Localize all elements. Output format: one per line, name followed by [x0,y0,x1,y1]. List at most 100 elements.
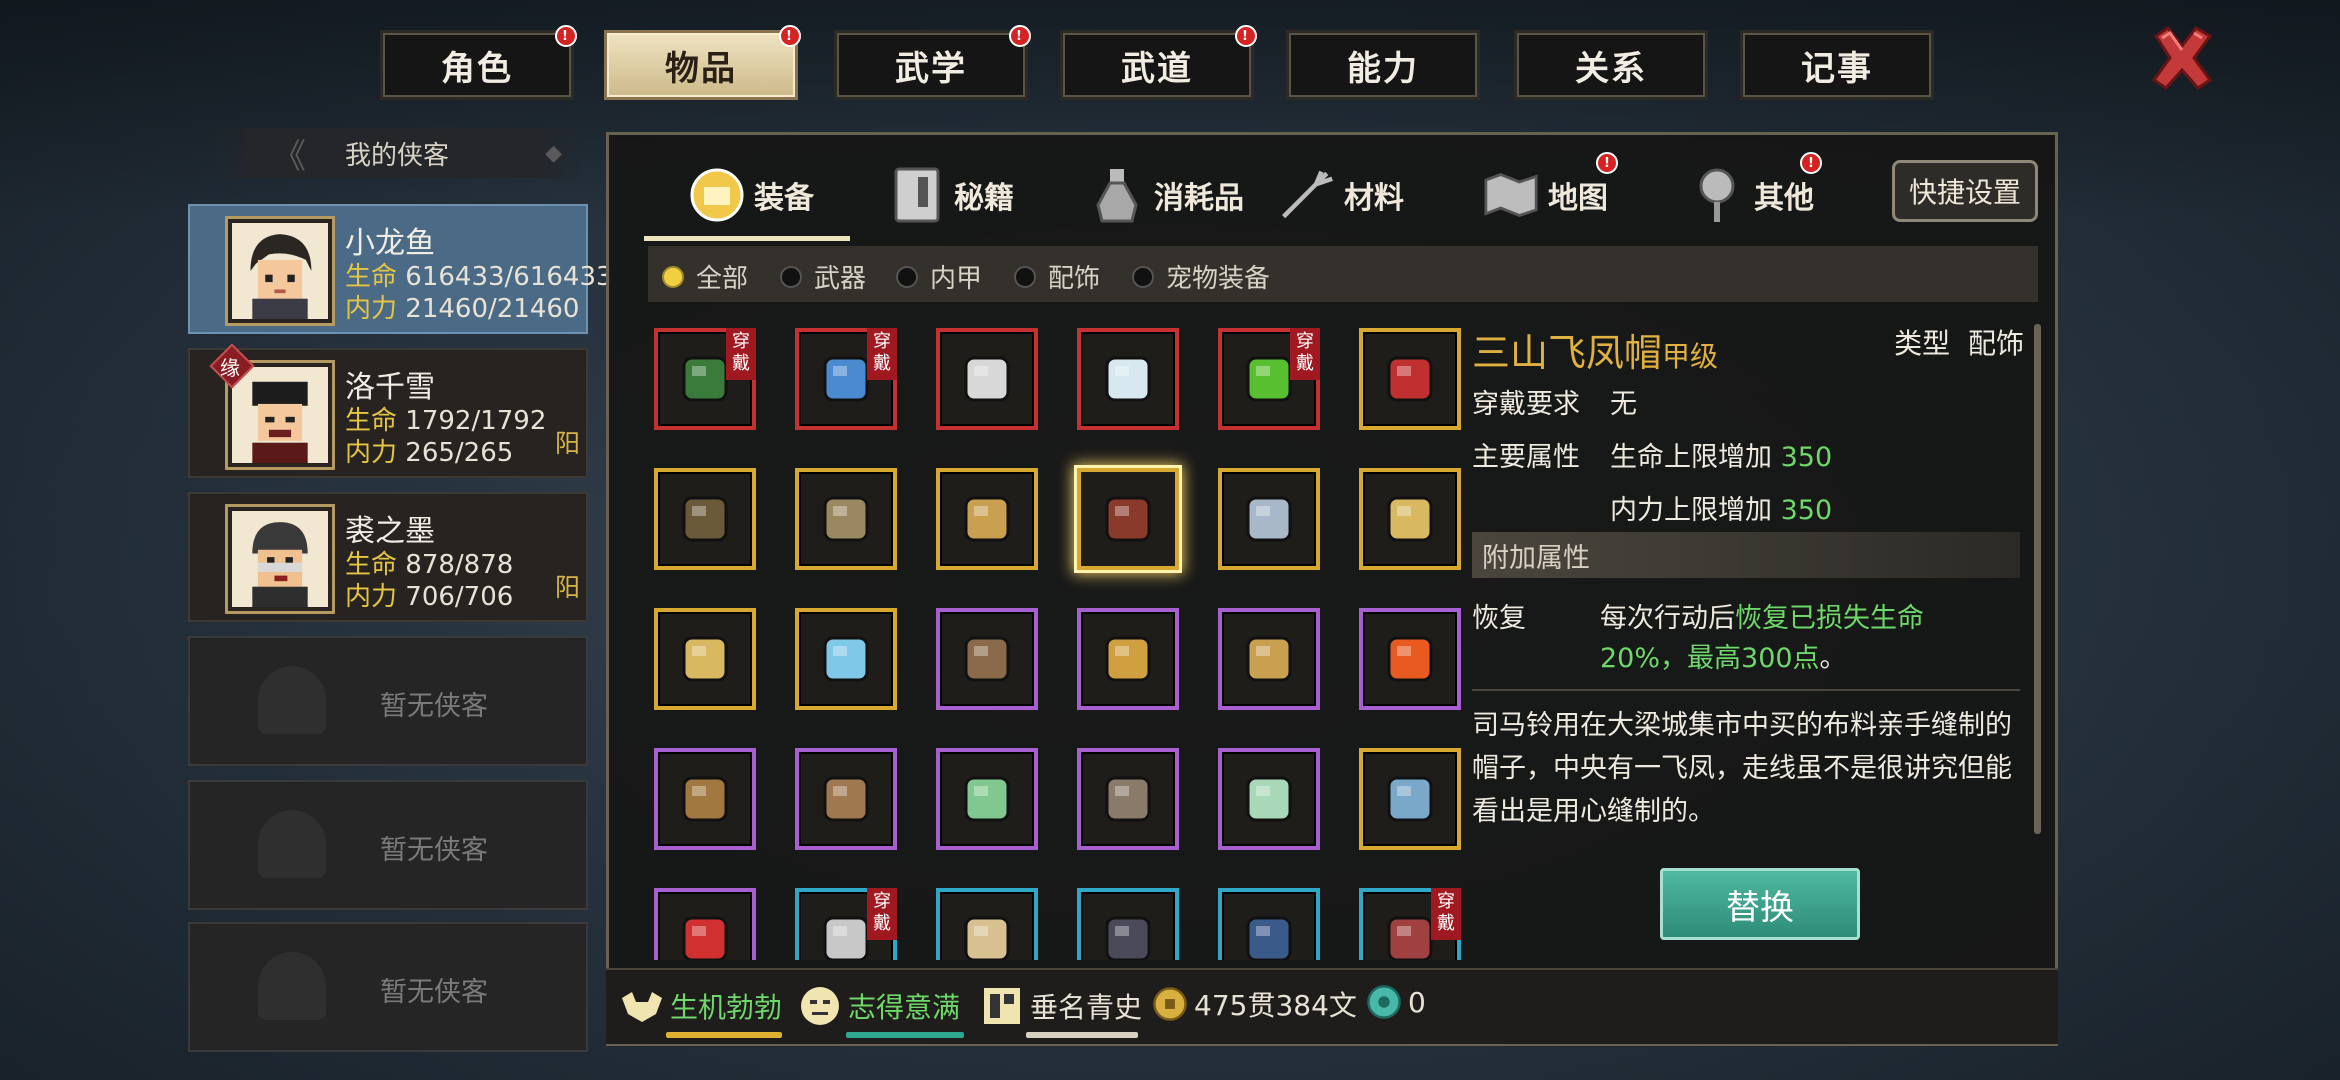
radio-icon [662,265,684,288]
fame-bar [1026,1032,1138,1038]
item-slot[interactable]: 穿戴 [1218,328,1320,430]
item-icon [676,910,734,960]
item-slot[interactable] [936,328,1038,430]
tab-label: 记事 [1801,48,1873,89]
empty-slot-label: 暂无侠客 [380,977,488,1008]
item-slot-selected[interactable] [1077,468,1179,570]
subtab-manuals[interactable]: 秘籍 [890,150,1014,240]
status-fame: 垂名青史 [980,984,1142,1028]
item-slot[interactable]: 穿戴 [1359,888,1461,960]
tab-martial-arts[interactable]: 武学! [834,25,1031,100]
subtab-label: 消耗品 [1154,181,1244,216]
item-slot[interactable] [936,608,1038,710]
detail-scrollbar[interactable] [2034,324,2041,834]
tab-journal[interactable]: 记事 [1740,30,1934,100]
tab-ability[interactable]: 能力 [1286,30,1480,100]
item-slot[interactable] [1218,748,1320,850]
tab-martial-way[interactable]: 武道! [1060,25,1257,100]
status-bar: 生机勃勃 志得意满 垂名青史 475贯384文 0 [606,968,2058,1044]
hero-card[interactable]: 裘之墨 生命 878/878 内力 706/706 阳 [188,492,588,622]
item-slot[interactable] [1077,328,1179,430]
filter-armor[interactable]: 内甲 [896,258,982,295]
tab-relations[interactable]: 关系 [1514,30,1708,100]
item-icon [1240,490,1298,548]
item-slot[interactable] [936,888,1038,960]
chevron-left-icon: 《 [272,136,306,177]
filter-label: 宠物装备 [1166,264,1271,294]
equipment-icon [690,165,744,225]
item-slot[interactable] [1077,608,1179,710]
divider [1472,689,2020,691]
quick-settings-button[interactable]: 快捷设置 [1892,160,2038,222]
empty-slot-label: 暂无侠客 [380,835,488,866]
item-type: 类型 配饰 [1894,327,2024,360]
item-slot[interactable] [654,888,756,960]
item-slot[interactable] [1359,748,1461,850]
tab-items[interactable]: 物品! [604,25,801,100]
money: 475贯384文 [1152,984,1357,1024]
subtab-maps[interactable]: 地图 ! [1484,150,1618,240]
item-slot[interactable]: 穿戴 [795,328,897,430]
equipped-tag: 穿戴 [726,328,756,380]
item-icon [1381,350,1439,408]
empty-hero-slot[interactable]: 暂无侠客 [188,636,588,766]
item-slot[interactable] [654,608,756,710]
scroll-icon [984,988,1020,1024]
swap-button[interactable]: 替换 [1660,868,1860,940]
subtab-others[interactable]: 其他 ! [1690,150,1822,240]
tab-label: 武道 [1121,48,1193,89]
item-slot[interactable] [936,748,1038,850]
subtab-equipment[interactable]: 装备 [690,150,814,240]
item-slot[interactable] [1218,888,1320,960]
radio-icon [1014,265,1036,288]
face-icon [801,987,839,1025]
item-slot[interactable] [1077,748,1179,850]
item-slot[interactable] [795,608,897,710]
filter-all[interactable]: 全部 [662,258,748,295]
item-slot[interactable] [795,468,897,570]
main-attr-1: 主要属性 生命上限增加 350 [1472,442,1833,473]
silhouette-icon [258,810,326,878]
item-slot[interactable] [1359,468,1461,570]
filter-label: 内甲 [930,264,983,294]
subtab-label: 地图 [1548,181,1608,216]
vitality-bar [666,1032,782,1038]
item-icon [1099,630,1157,688]
notification-dot: ! [555,25,577,47]
item-slot[interactable] [1218,608,1320,710]
active-tab-underline [644,236,850,241]
item-icon [1240,770,1298,828]
item-slot[interactable] [1359,608,1461,710]
jade-icon [1367,985,1401,1019]
item-slot[interactable] [1077,888,1179,960]
item-slot[interactable] [654,468,756,570]
close-icon[interactable] [2146,22,2218,94]
tab-label: 关系 [1575,48,1647,89]
filter-weapon[interactable]: 武器 [780,258,866,295]
item-icon [1381,490,1439,548]
item-icon [958,350,1016,408]
item-slot[interactable] [936,468,1038,570]
item-slot[interactable]: 穿戴 [654,328,756,430]
item-slot[interactable] [1359,328,1461,430]
empty-hero-slot[interactable]: 暂无侠客 [188,922,588,1052]
filter-pet-gear[interactable]: 宠物装备 [1132,258,1270,295]
subtab-materials[interactable]: 材料 [1280,150,1404,240]
item-slot[interactable] [795,748,897,850]
empty-hero-slot[interactable]: 暂无侠客 [188,780,588,910]
hero-card[interactable]: 小龙鱼 生命 616433/616433 内力 21460/21460 [188,204,613,334]
hero-card[interactable]: 缘 洛千雪 生命 1792/1792 内力 265/265 阳 [188,343,588,478]
item-slot[interactable]: 穿戴 [795,888,897,960]
notification-dot: ! [779,25,801,47]
tab-role[interactable]: 角色! [380,25,577,100]
filter-accessory[interactable]: 配饰 [1014,258,1100,295]
heroes-section-title: 《 我的侠客 ◆ [212,128,582,178]
subtab-label: 其他 [1754,181,1814,216]
subtab-consumables[interactable]: 消耗品 [1090,150,1244,240]
notification-dot: ! [1235,25,1257,47]
item-slot[interactable] [1218,468,1320,570]
subtab-label: 装备 [754,181,814,216]
tab-label: 能力 [1347,48,1419,89]
hero-mp: 内力 706/706 [345,582,514,612]
item-slot[interactable] [654,748,756,850]
